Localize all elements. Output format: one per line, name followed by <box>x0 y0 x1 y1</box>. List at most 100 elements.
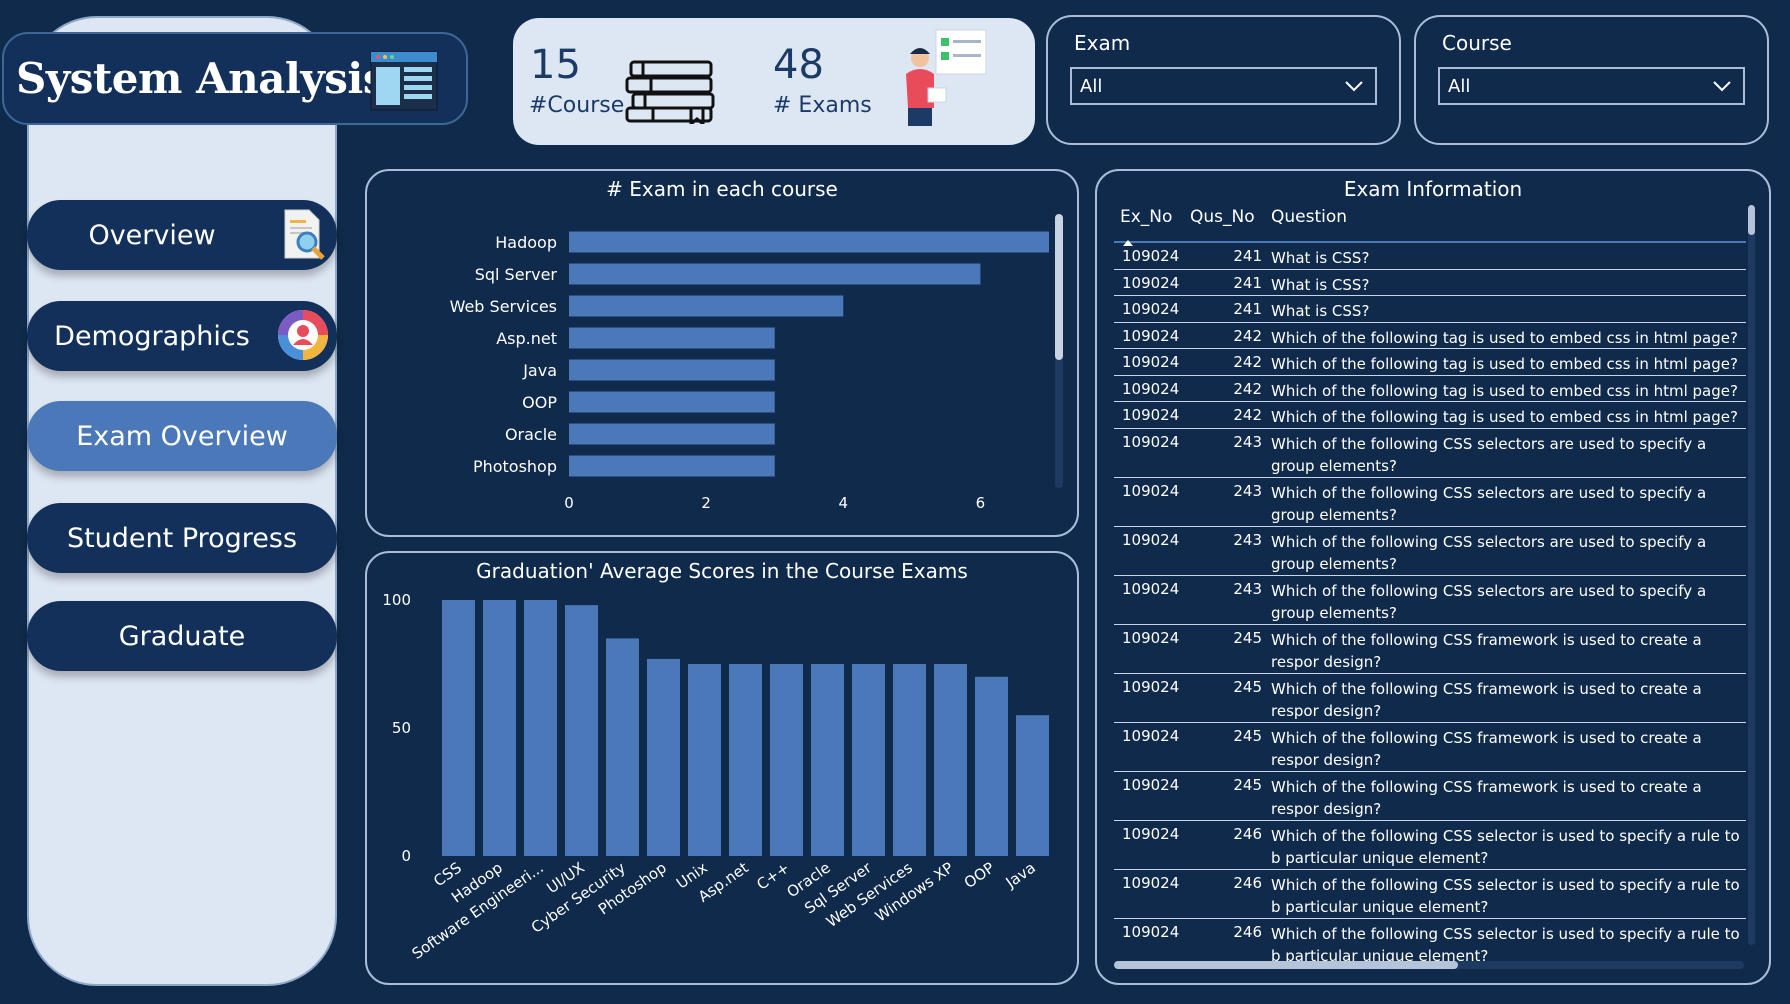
horizontal-scroll-thumb[interactable] <box>1114 961 1458 969</box>
category-label: Java <box>522 361 557 380</box>
bar <box>934 664 967 856</box>
nav-graduate-button[interactable]: Graduate <box>27 601 337 671</box>
table-row[interactable]: 109024 242 Which of the following tag is u… <box>1114 402 1746 429</box>
nav-exam-overview-label: Exam Overview <box>76 420 288 452</box>
y-tick-label: 50 <box>392 719 411 737</box>
table-row[interactable]: 109024 241 What is CSS? <box>1114 243 1746 270</box>
category-label: Sql Server <box>475 265 558 284</box>
vertical-scroll-thumb[interactable] <box>1748 205 1755 235</box>
cell-question: Which of the following tag is used to em… <box>1271 355 1738 373</box>
sidebar-panel <box>27 16 337 986</box>
table-row[interactable]: 109024 242 Which of the following tag is u… <box>1114 376 1746 402</box>
nav-overview-button[interactable]: Overview <box>27 200 337 270</box>
chevron-down-icon <box>1711 75 1733 102</box>
cell-ex-no: 109024 <box>1122 677 1180 696</box>
cell-question: Which of the following CSS selectors are… <box>1271 581 1707 622</box>
cell-qus-no: 242 <box>1233 326 1262 345</box>
table-row[interactable]: 109024 245 Which of the following CSS fram… <box>1114 772 1746 821</box>
cell-question: Which of the following CSS framework is … <box>1271 728 1702 769</box>
nav-exam-overview-button[interactable]: Exam Overview <box>27 401 337 471</box>
exams-per-course-panel: # Exam in each course Hadoop Sql Server We… <box>365 169 1079 537</box>
bar <box>569 231 1049 253</box>
nav-student-progress-button[interactable]: Student Progress <box>27 503 337 573</box>
nav-demographics-label: Demographics <box>54 320 250 352</box>
bar <box>442 600 475 856</box>
nav-overview-label: Overview <box>88 219 216 251</box>
table-row[interactable]: 109024 243 Which of the following CSS sele… <box>1114 576 1746 625</box>
cell-ex-no: 109024 <box>1122 530 1180 549</box>
table-row[interactable]: 109024 246 Which of the following CSS sele… <box>1114 870 1746 919</box>
cell-ex-no: 109024 <box>1122 432 1180 451</box>
app-title: System Analysis <box>16 54 387 103</box>
kpi-card: 15 #Course 48 # Exams <box>513 18 1035 145</box>
bar <box>893 664 926 856</box>
cell-ex-no: 109024 <box>1122 481 1180 500</box>
table-vertical-scrollbar[interactable] <box>1748 205 1755 945</box>
table-row[interactable]: 109024 245 Which of the following CSS fram… <box>1114 674 1746 723</box>
cell-ex-no: 109024 <box>1122 628 1180 647</box>
cell-qus-no: 246 <box>1233 824 1262 843</box>
exam-select[interactable]: All <box>1070 67 1377 105</box>
table-row[interactable]: 109024 242 Which of the following tag is u… <box>1114 349 1746 376</box>
table-header: Ex_No Qus_No Question <box>1114 207 1746 246</box>
cell-qus-no: 243 <box>1233 579 1262 598</box>
bar <box>569 359 775 381</box>
bar <box>647 658 680 856</box>
bar <box>483 600 516 856</box>
cell-qus-no: 241 <box>1233 300 1262 318</box>
bar <box>569 327 775 349</box>
exam-information-table: Ex_No Qus_No Question 109024 241 What is C… <box>1114 207 1746 962</box>
cell-ex-no: 109024 <box>1122 775 1180 794</box>
nav-demographics-button[interactable]: Demographics <box>27 301 337 371</box>
bar <box>852 664 885 856</box>
cell-ex-no: 109024 <box>1122 273 1180 292</box>
column-header-question[interactable]: Question <box>1271 207 1347 227</box>
x-tick-label: 4 <box>839 494 849 512</box>
column-header-qus-no[interactable]: Qus_No <box>1190 207 1255 227</box>
course-slicer: Course All <box>1414 15 1769 145</box>
table-row[interactable]: 109024 243 Which of the following CSS sele… <box>1114 527 1746 576</box>
category-label: OOP <box>961 859 998 892</box>
chart-scroll-thumb[interactable] <box>1055 214 1063 360</box>
cell-qus-no: 246 <box>1233 922 1262 941</box>
cell-ex-no: 109024 <box>1122 300 1180 318</box>
table-row[interactable]: 109024 242 Which of the following tag is u… <box>1114 323 1746 349</box>
table-row[interactable]: 109024 246 Which of the following CSS sele… <box>1114 919 1746 963</box>
cell-question: Which of the following tag is used to em… <box>1271 381 1738 400</box>
chart-vertical-scrollbar[interactable] <box>1055 214 1063 488</box>
category-label: Oracle <box>505 425 557 444</box>
courses-label: #Course <box>529 93 625 118</box>
table-row[interactable]: 109024 245 Which of the following CSS fram… <box>1114 625 1746 674</box>
category-label: Web Services <box>450 297 557 316</box>
table-horizontal-scrollbar[interactable] <box>1114 961 1744 969</box>
table-body: 109024 241 What is CSS? 109024 241 What is CS… <box>1114 243 1746 962</box>
x-tick-label: 0 <box>564 494 574 512</box>
cell-qus-no: 245 <box>1233 628 1262 647</box>
cell-ex-no: 109024 <box>1122 579 1180 598</box>
x-tick-label: 6 <box>976 494 986 512</box>
table-row[interactable]: 109024 243 Which of the following CSS sele… <box>1114 429 1746 478</box>
bar <box>565 605 598 856</box>
brand-header: System Analysis <box>2 32 468 125</box>
bar <box>770 664 803 856</box>
cell-ex-no: 109024 <box>1122 353 1180 371</box>
table-row[interactable]: 109024 241 What is CSS? <box>1114 296 1746 323</box>
exams-count: 48 <box>773 42 824 88</box>
category-label: OOP <box>522 393 557 412</box>
table-row[interactable]: 109024 245 Which of the following CSS fram… <box>1114 723 1746 772</box>
document-search-icon <box>275 206 331 269</box>
cell-question: Which of the following CSS framework is … <box>1271 630 1702 671</box>
courses-count: 15 <box>530 42 581 88</box>
exam-slicer-title: Exam <box>1074 31 1131 55</box>
table-row[interactable]: 109024 243 Which of the following CSS sele… <box>1114 478 1746 527</box>
y-tick-label: 0 <box>401 847 411 865</box>
table-row[interactable]: 109024 246 Which of the following CSS sele… <box>1114 821 1746 870</box>
column-header-ex-no[interactable]: Ex_No <box>1120 207 1172 227</box>
cell-ex-no: 109024 <box>1122 873 1180 892</box>
bar <box>811 664 844 856</box>
course-select[interactable]: All <box>1438 67 1745 105</box>
average-scores-panel: Graduation' Average Scores in the Course… <box>365 551 1079 985</box>
person-checklist-icon <box>886 28 992 132</box>
bar <box>688 664 721 856</box>
table-row[interactable]: 109024 241 What is CSS? <box>1114 270 1746 296</box>
